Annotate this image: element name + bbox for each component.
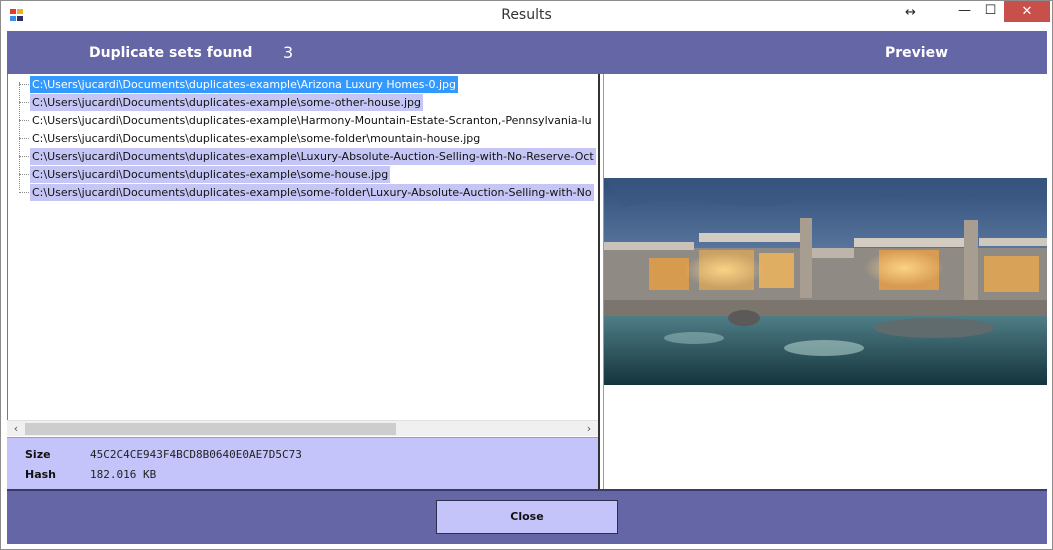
results-header: Duplicate sets found 3 Preview [7,31,1047,74]
tree-item[interactable]: C:\Users\jucardi\Documents\duplicates-ex… [8,129,598,147]
tree-connector [19,156,29,157]
tree-connector [19,102,29,103]
tree-item[interactable]: C:\Users\jucardi\Documents\duplicates-ex… [8,93,598,111]
minimize-button[interactable]: — [951,3,978,24]
tree-connector [19,174,29,175]
duplicate-sets-count: 3 [283,43,294,62]
close-button[interactable]: Close [436,500,618,534]
size-label: Size [25,448,51,461]
tree-item[interactable]: C:\Users\jucardi\Documents\duplicates-ex… [8,111,598,129]
dialog-footer: Close [7,489,1047,544]
maximize-button[interactable]: ☐ [977,3,1004,24]
close-window-button[interactable]: ✕ [1004,1,1050,22]
tree-connector [19,84,29,85]
horizontal-scrollbar[interactable]: ‹ › [7,420,598,436]
duplicates-tree[interactable]: C:\Users\jucardi\Documents\duplicates-ex… [7,74,598,436]
file-path: C:\Users\jucardi\Documents\duplicates-ex… [32,114,592,127]
preview-image [604,178,1047,385]
file-path: C:\Users\jucardi\Documents\duplicates-ex… [30,76,459,93]
resize-icon: ↔ [905,5,916,20]
tree-connector [19,192,29,193]
hash-label: Hash [25,468,57,481]
duplicate-sets-label: Duplicate sets found [89,45,253,61]
tree-connector [19,120,29,121]
hash-value: 182.016 KB [90,468,157,481]
chevron-right-icon[interactable]: › [581,421,597,437]
file-path: C:\Users\jucardi\Documents\duplicates-ex… [30,184,594,201]
tree-item[interactable]: C:\Users\jucardi\Documents\duplicates-ex… [8,165,598,183]
file-path: C:\Users\jucardi\Documents\duplicates-ex… [30,94,423,111]
file-path: C:\Users\jucardi\Documents\duplicates-ex… [30,148,596,165]
results-window: Results ↔ — ☐ ✕ Duplicate sets found 3 P… [0,0,1053,550]
title-bar: Results ↔ — ☐ ✕ [1,1,1052,31]
size-value: 45C2C4CE943F4BCD8B0640E0AE7D5C73 [90,448,302,461]
window-title: Results [501,7,552,23]
chevron-left-icon[interactable]: ‹ [8,421,24,437]
file-path: C:\Users\jucardi\Documents\duplicates-ex… [32,132,481,145]
tree-item[interactable]: C:\Users\jucardi\Documents\duplicates-ex… [8,75,598,93]
tree-item[interactable]: C:\Users\jucardi\Documents\duplicates-ex… [8,183,598,201]
file-path: C:\Users\jucardi\Documents\duplicates-ex… [30,166,391,183]
tree-item[interactable]: C:\Users\jucardi\Documents\duplicates-ex… [8,147,598,165]
preview-panel [604,74,1047,489]
preview-label: Preview [885,45,949,61]
tree-connector [19,138,29,139]
scrollbar-thumb[interactable] [25,423,396,435]
file-info-panel: Size 45C2C4CE943F4BCD8B0640E0AE7D5C73 Ha… [7,437,598,489]
